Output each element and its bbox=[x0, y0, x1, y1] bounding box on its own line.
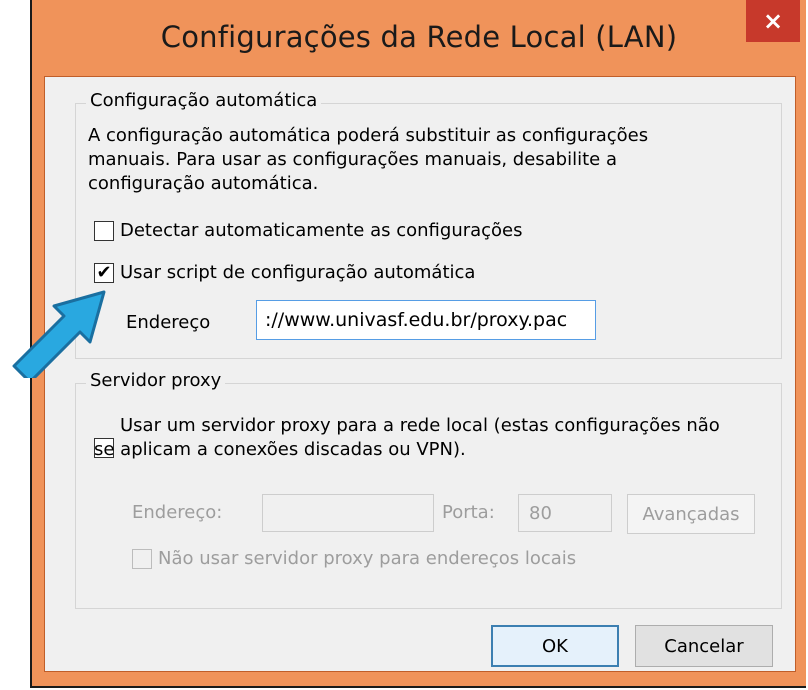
bypass-local-checkbox[interactable] bbox=[132, 548, 152, 569]
proxy-server-group: Servidor proxy Usar um servidor proxy pa… bbox=[75, 370, 782, 609]
close-button[interactable]: × bbox=[746, 0, 800, 42]
proxy-address-label: Endereço: bbox=[132, 502, 223, 523]
detect-settings-checkbox[interactable] bbox=[94, 220, 114, 241]
cancel-button[interactable]: Cancelar bbox=[635, 625, 773, 667]
script-address-label: Endereço bbox=[126, 312, 211, 333]
use-proxy-label-line1[interactable]: Usar um servidor proxy para a rede local… bbox=[120, 414, 720, 438]
auto-config-group: Configuração automática A configuração a… bbox=[75, 90, 782, 359]
auto-config-legend: Configuração automática bbox=[86, 90, 322, 111]
advanced-button[interactable]: Avançadas bbox=[627, 494, 755, 534]
detect-settings-row[interactable]: Detectar automaticamente as configuraçõe… bbox=[94, 220, 523, 241]
auto-config-description: A configuração automática poderá substit… bbox=[88, 125, 649, 194]
use-proxy-label-line2[interactable]: se aplicam a conexões discadas ou VPN). bbox=[94, 438, 720, 462]
bypass-local-row[interactable]: Não usar servidor proxy para endereços l… bbox=[132, 548, 576, 569]
dialog-body: Configuração automática A configuração a… bbox=[44, 76, 796, 672]
detect-settings-label[interactable]: Detectar automaticamente as configuraçõe… bbox=[120, 220, 523, 241]
title-bar[interactable]: Configurações da Rede Local (LAN) × bbox=[32, 0, 806, 76]
close-icon: × bbox=[762, 7, 784, 35]
use-script-row[interactable]: ✔ Usar script de configuração automática bbox=[94, 262, 475, 283]
bypass-local-label[interactable]: Não usar servidor proxy para endereços l… bbox=[158, 548, 576, 569]
lan-settings-dialog: Configurações da Rede Local (LAN) × Conf… bbox=[30, 0, 806, 688]
pointer-arrow-icon bbox=[12, 290, 106, 378]
script-address-input[interactable]: ://www.univasf.edu.br/proxy.pac bbox=[256, 300, 596, 340]
dialog-title: Configurações da Rede Local (LAN) bbox=[160, 20, 678, 54]
proxy-port-label: Porta: bbox=[442, 502, 495, 523]
ok-button[interactable]: OK bbox=[491, 625, 619, 667]
use-script-label[interactable]: Usar script de configuração automática bbox=[120, 262, 475, 283]
proxy-port-input[interactable]: 80 bbox=[518, 494, 612, 532]
proxy-address-input[interactable] bbox=[262, 494, 434, 532]
use-proxy-row[interactable]: Usar um servidor proxy para a rede local… bbox=[94, 414, 720, 462]
